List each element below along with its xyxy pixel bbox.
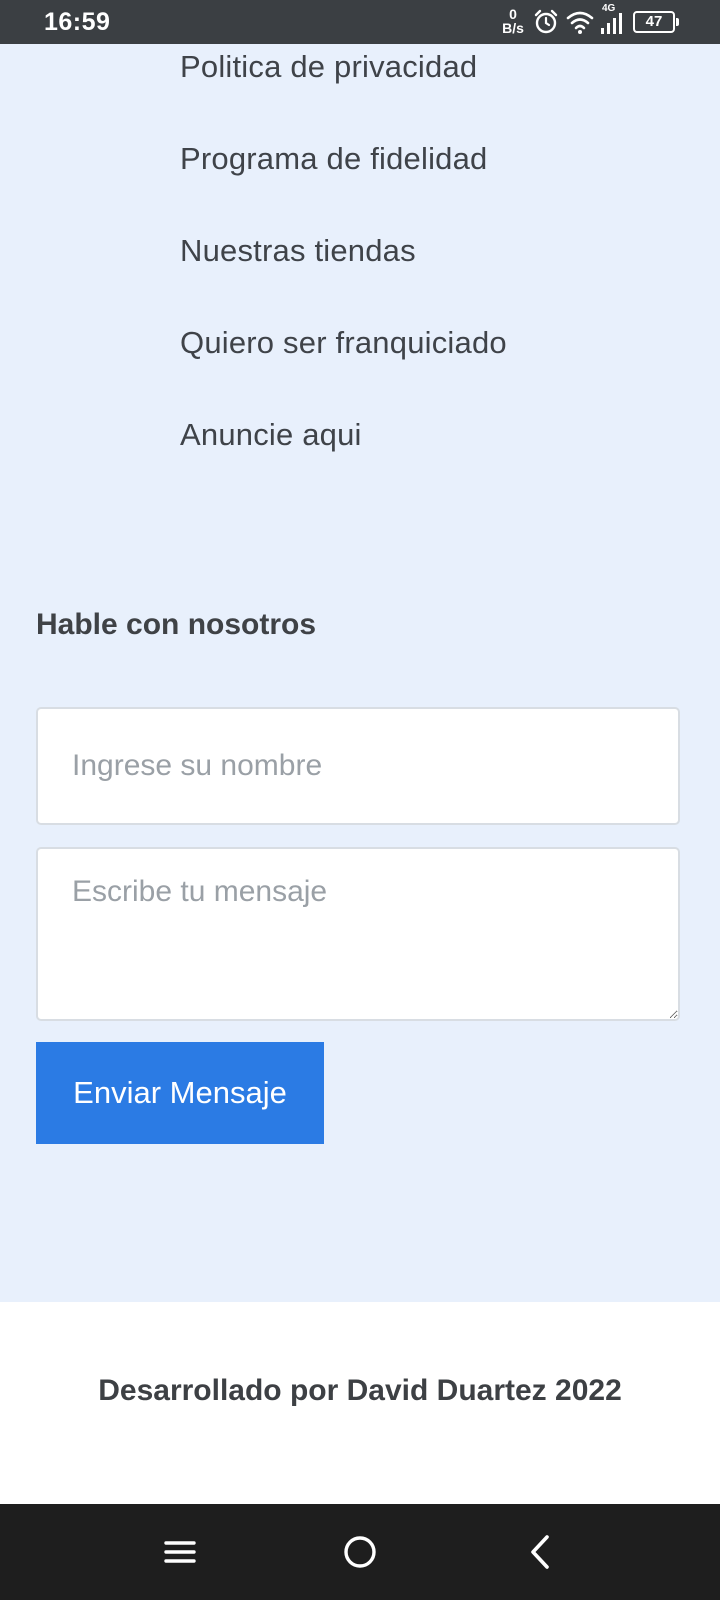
link-programa-fidelidad[interactable]: Programa de fidelidad [180, 141, 488, 177]
link-politica-privacidad[interactable]: Politica de privacidad [180, 49, 477, 85]
battery-icon: 47 [633, 11, 679, 33]
message-textarea[interactable] [36, 847, 680, 1021]
network-type: 4G [602, 3, 616, 14]
network-speed: 0 B/s [500, 7, 526, 35]
footer-credit: Desarrollado por David Duartez 2022 [98, 1374, 622, 1407]
link-nuestras-tiendas[interactable]: Nuestras tiendas [180, 233, 416, 269]
link-franquiciado[interactable]: Quiero ser franquiciado [180, 325, 507, 361]
footer: Desarrollado por David Duartez 2022 [0, 1302, 720, 1504]
name-input[interactable] [36, 707, 680, 825]
menu-icon[interactable] [160, 1532, 200, 1572]
network-speed-unit: B/s [502, 20, 524, 36]
back-icon[interactable] [520, 1532, 560, 1572]
status-time: 16:59 [44, 8, 111, 36]
contact-heading: Hable con nosotros [36, 608, 317, 641]
link-anuncie-aqui[interactable]: Anuncie aqui [180, 417, 362, 453]
signal-icon: 4G [600, 4, 626, 41]
send-message-button[interactable]: Enviar Mensaje [36, 1042, 324, 1144]
system-nav-bar [0, 1504, 720, 1600]
home-icon[interactable] [340, 1532, 380, 1572]
battery-level: 47 [645, 13, 663, 30]
alarm-icon [533, 9, 559, 40]
status-bar: 16:59 0 B/s 4G 47 [0, 0, 720, 44]
network-speed-value: 0 [509, 6, 517, 22]
wifi-icon [566, 9, 594, 40]
